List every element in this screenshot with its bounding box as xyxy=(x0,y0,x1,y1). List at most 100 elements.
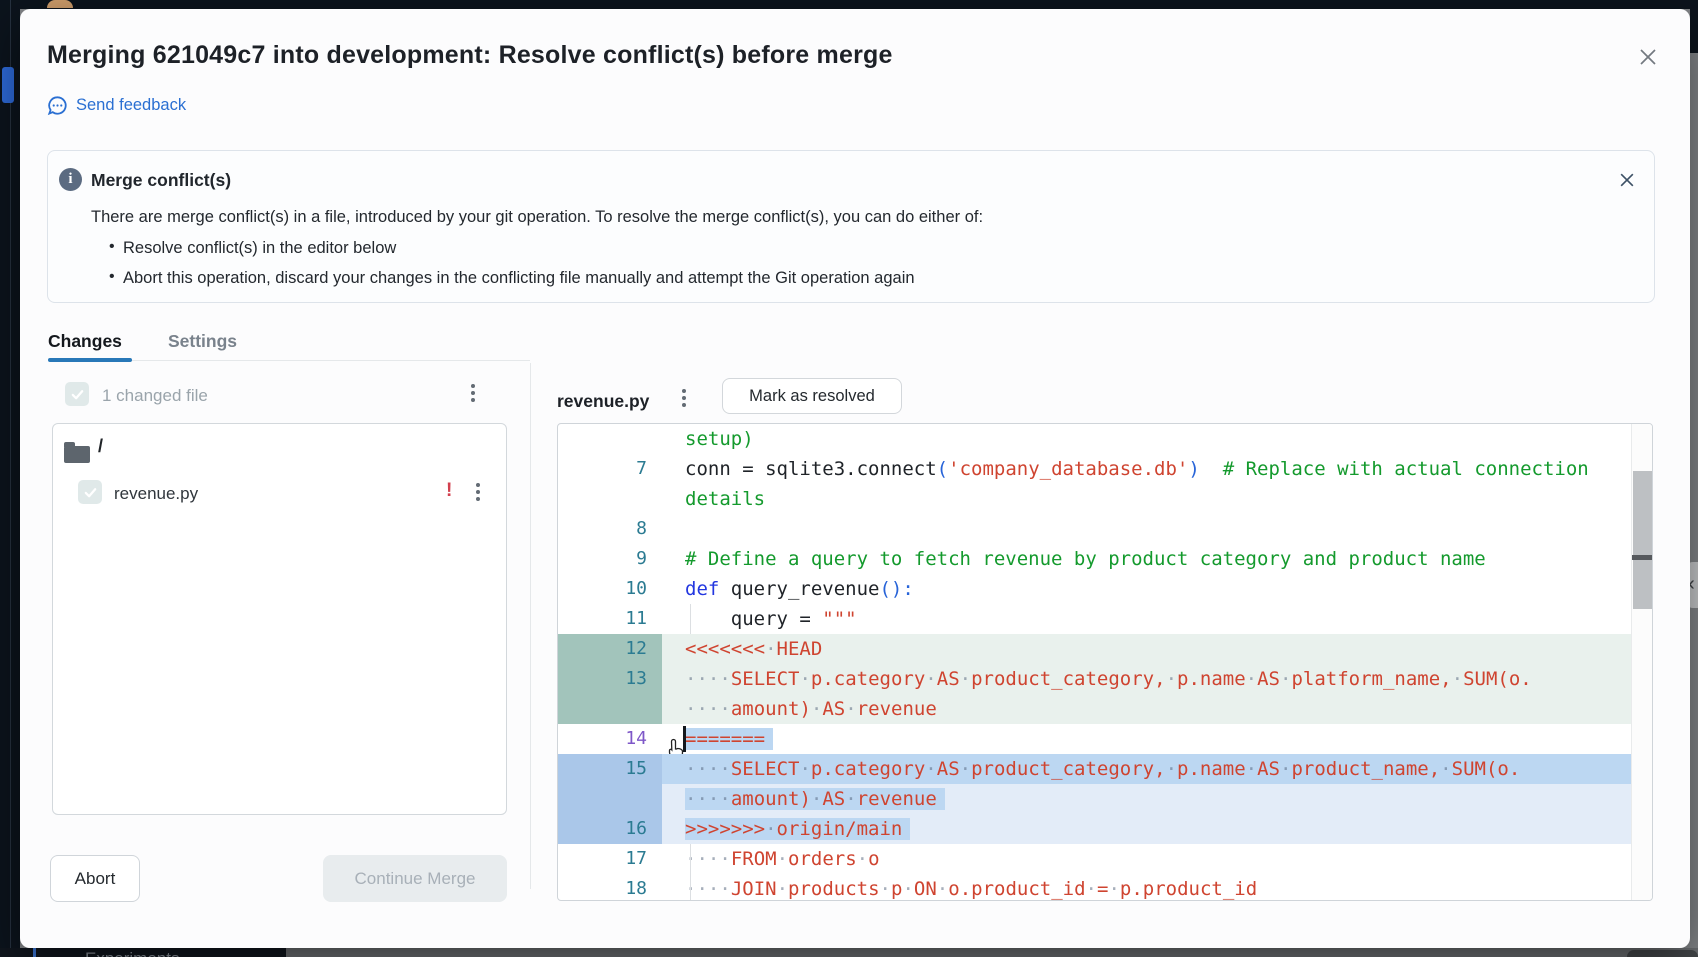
code-text[interactable] xyxy=(662,514,1652,544)
line-number: 8 xyxy=(558,514,662,544)
code-token: >>>>>>> xyxy=(685,818,765,840)
code-line[interactable]: ····amount)·AS·revenue xyxy=(558,694,1652,724)
code-token: revenue xyxy=(857,788,937,810)
code-line[interactable]: ····amount)·AS·revenue xyxy=(558,784,1652,814)
file-checkbox[interactable] xyxy=(78,480,102,504)
folder-name: / xyxy=(98,436,103,457)
changed-files-summary: 1 changed file xyxy=(102,386,208,406)
tab-changes[interactable]: Changes xyxy=(48,331,122,352)
whitespace-dot: · xyxy=(960,668,971,690)
alert-bullet-2: Abort this operation, discard your chang… xyxy=(123,269,915,288)
code-token: (): xyxy=(879,578,913,600)
whitespace-dot: · xyxy=(1246,758,1257,780)
abort-button[interactable]: Abort xyxy=(50,855,140,902)
mark-resolved-button[interactable]: Mark as resolved xyxy=(722,378,902,414)
code-token: p.name xyxy=(1177,668,1246,690)
code-line[interactable]: 15····SELECT·p.category·AS·product_categ… xyxy=(558,754,1652,784)
whitespace-dot: · xyxy=(937,878,948,900)
code-text[interactable]: ····JOIN·products·p·ON·o.product_id·=·p.… xyxy=(662,874,1652,901)
code-token: SELECT xyxy=(731,758,800,780)
whitespace-dot: · xyxy=(811,788,822,810)
code-line[interactable]: 14======= xyxy=(558,724,1652,754)
code-line[interactable]: setup) xyxy=(558,424,1652,454)
code-text[interactable]: query = """ xyxy=(662,604,1652,634)
sidebar-item-experiments[interactable]: Experiments xyxy=(85,949,179,957)
code-text[interactable]: setup) xyxy=(662,424,1652,454)
code-line[interactable]: 9# Define a query to fetch revenue by pr… xyxy=(558,544,1652,574)
line-number: 9 xyxy=(558,544,662,574)
code-token: = xyxy=(1097,878,1108,900)
whitespace-dot: · xyxy=(719,668,730,690)
code-line[interactable]: 10def query_revenue(): xyxy=(558,574,1652,604)
whitespace-dot: · xyxy=(960,758,971,780)
underlying-topbar-right xyxy=(1690,0,1698,53)
code-text[interactable]: ····SELECT·p.category·AS·product_categor… xyxy=(662,664,1652,694)
whitespace-dot: · xyxy=(696,848,707,870)
whitespace-dot: · xyxy=(1108,878,1119,900)
scrollbar-thumb[interactable] xyxy=(1633,471,1652,609)
underlying-primary-button[interactable] xyxy=(2,67,14,103)
code-text[interactable]: conn = sqlite3.connect('company_database… xyxy=(662,454,1652,484)
code-line[interactable]: 11 query = """ xyxy=(558,604,1652,634)
code-token: query = xyxy=(685,608,822,630)
code-line[interactable]: 16>>>>>>>·origin/main xyxy=(558,814,1652,844)
merge-conflict-dialog: Merging 621049c7 into development: Resol… xyxy=(20,9,1690,948)
whitespace-dot: · xyxy=(1166,758,1177,780)
files-menu-button[interactable] xyxy=(469,382,477,404)
code-text[interactable]: >>>>>>>·origin/main xyxy=(662,814,1652,844)
avatar[interactable] xyxy=(47,0,73,8)
info-icon: i xyxy=(59,168,82,191)
code-line[interactable]: details xyxy=(558,484,1652,514)
code-text[interactable]: ····SELECT·p.category·AS·product_categor… xyxy=(662,754,1652,784)
code-text[interactable]: ····FROM·orders·o xyxy=(662,844,1652,874)
code-token: ) xyxy=(1188,458,1199,480)
code-text[interactable]: <<<<<<<·HEAD xyxy=(662,634,1652,664)
folder-icon xyxy=(64,446,90,463)
select-all-checkbox[interactable] xyxy=(65,382,89,406)
send-feedback-link[interactable]: Send feedback xyxy=(47,95,186,116)
code-text[interactable]: ····amount)·AS·revenue xyxy=(662,694,1652,724)
whitespace-dot: · xyxy=(1280,668,1291,690)
code-text[interactable]: ======= xyxy=(662,724,1652,754)
code-text[interactable]: details xyxy=(662,484,1652,514)
whitespace-dot: · xyxy=(708,788,719,810)
underlying-bottom-strip: Experiments xyxy=(0,948,1698,957)
code-line[interactable]: 18····JOIN·products·p·ON·o.product_id·=·… xyxy=(558,874,1652,901)
whitespace-dot: · xyxy=(719,848,730,870)
active-tab-underline xyxy=(48,358,132,362)
code-line[interactable]: 7conn = sqlite3.connect('company_databas… xyxy=(558,454,1652,484)
continue-merge-button[interactable]: Continue Merge xyxy=(323,855,507,902)
check-icon xyxy=(70,387,85,402)
indent-guide xyxy=(690,844,691,874)
code-editor[interactable]: setup)7conn = sqlite3.connect('company_d… xyxy=(557,423,1653,901)
code-line[interactable]: 13····SELECT·p.category·AS·product_categ… xyxy=(558,664,1652,694)
editor-menu-button[interactable] xyxy=(680,387,688,409)
file-menu-button[interactable] xyxy=(474,481,482,503)
code-line[interactable]: 12<<<<<<<·HEAD xyxy=(558,634,1652,664)
code-token: revenue xyxy=(857,698,937,720)
code-line[interactable]: 8 xyxy=(558,514,1652,544)
code-text[interactable]: # Define a query to fetch revenue by pro… xyxy=(662,544,1652,574)
conflict-warning-mark: ! xyxy=(446,480,452,502)
code-text[interactable]: ····amount)·AS·revenue xyxy=(662,784,1652,814)
code-token: """ xyxy=(822,608,856,630)
line-number: 17 xyxy=(558,844,662,874)
whitespace-dot: · xyxy=(685,668,696,690)
whitespace-dot: · xyxy=(708,848,719,870)
line-number: 18 xyxy=(558,874,662,901)
underlying-panel-corner xyxy=(1627,950,1698,957)
code-text[interactable]: def query_revenue(): xyxy=(662,574,1652,604)
whitespace-dot: · xyxy=(880,878,891,900)
code-token: AS xyxy=(822,698,845,720)
line-number xyxy=(558,484,662,514)
whitespace-dot: · xyxy=(696,878,707,900)
active-nav-indicator xyxy=(33,948,36,957)
code-token xyxy=(1200,458,1223,480)
dialog-close-button[interactable] xyxy=(1633,42,1663,72)
whitespace-dot: · xyxy=(708,878,719,900)
alert-dismiss-button[interactable] xyxy=(1614,167,1640,193)
code-line[interactable]: 17····FROM·orders·o xyxy=(558,844,1652,874)
file-tree-item-revenue[interactable]: revenue.py xyxy=(114,484,198,504)
tab-settings[interactable]: Settings xyxy=(168,331,237,352)
whitespace-dot: · xyxy=(777,878,788,900)
